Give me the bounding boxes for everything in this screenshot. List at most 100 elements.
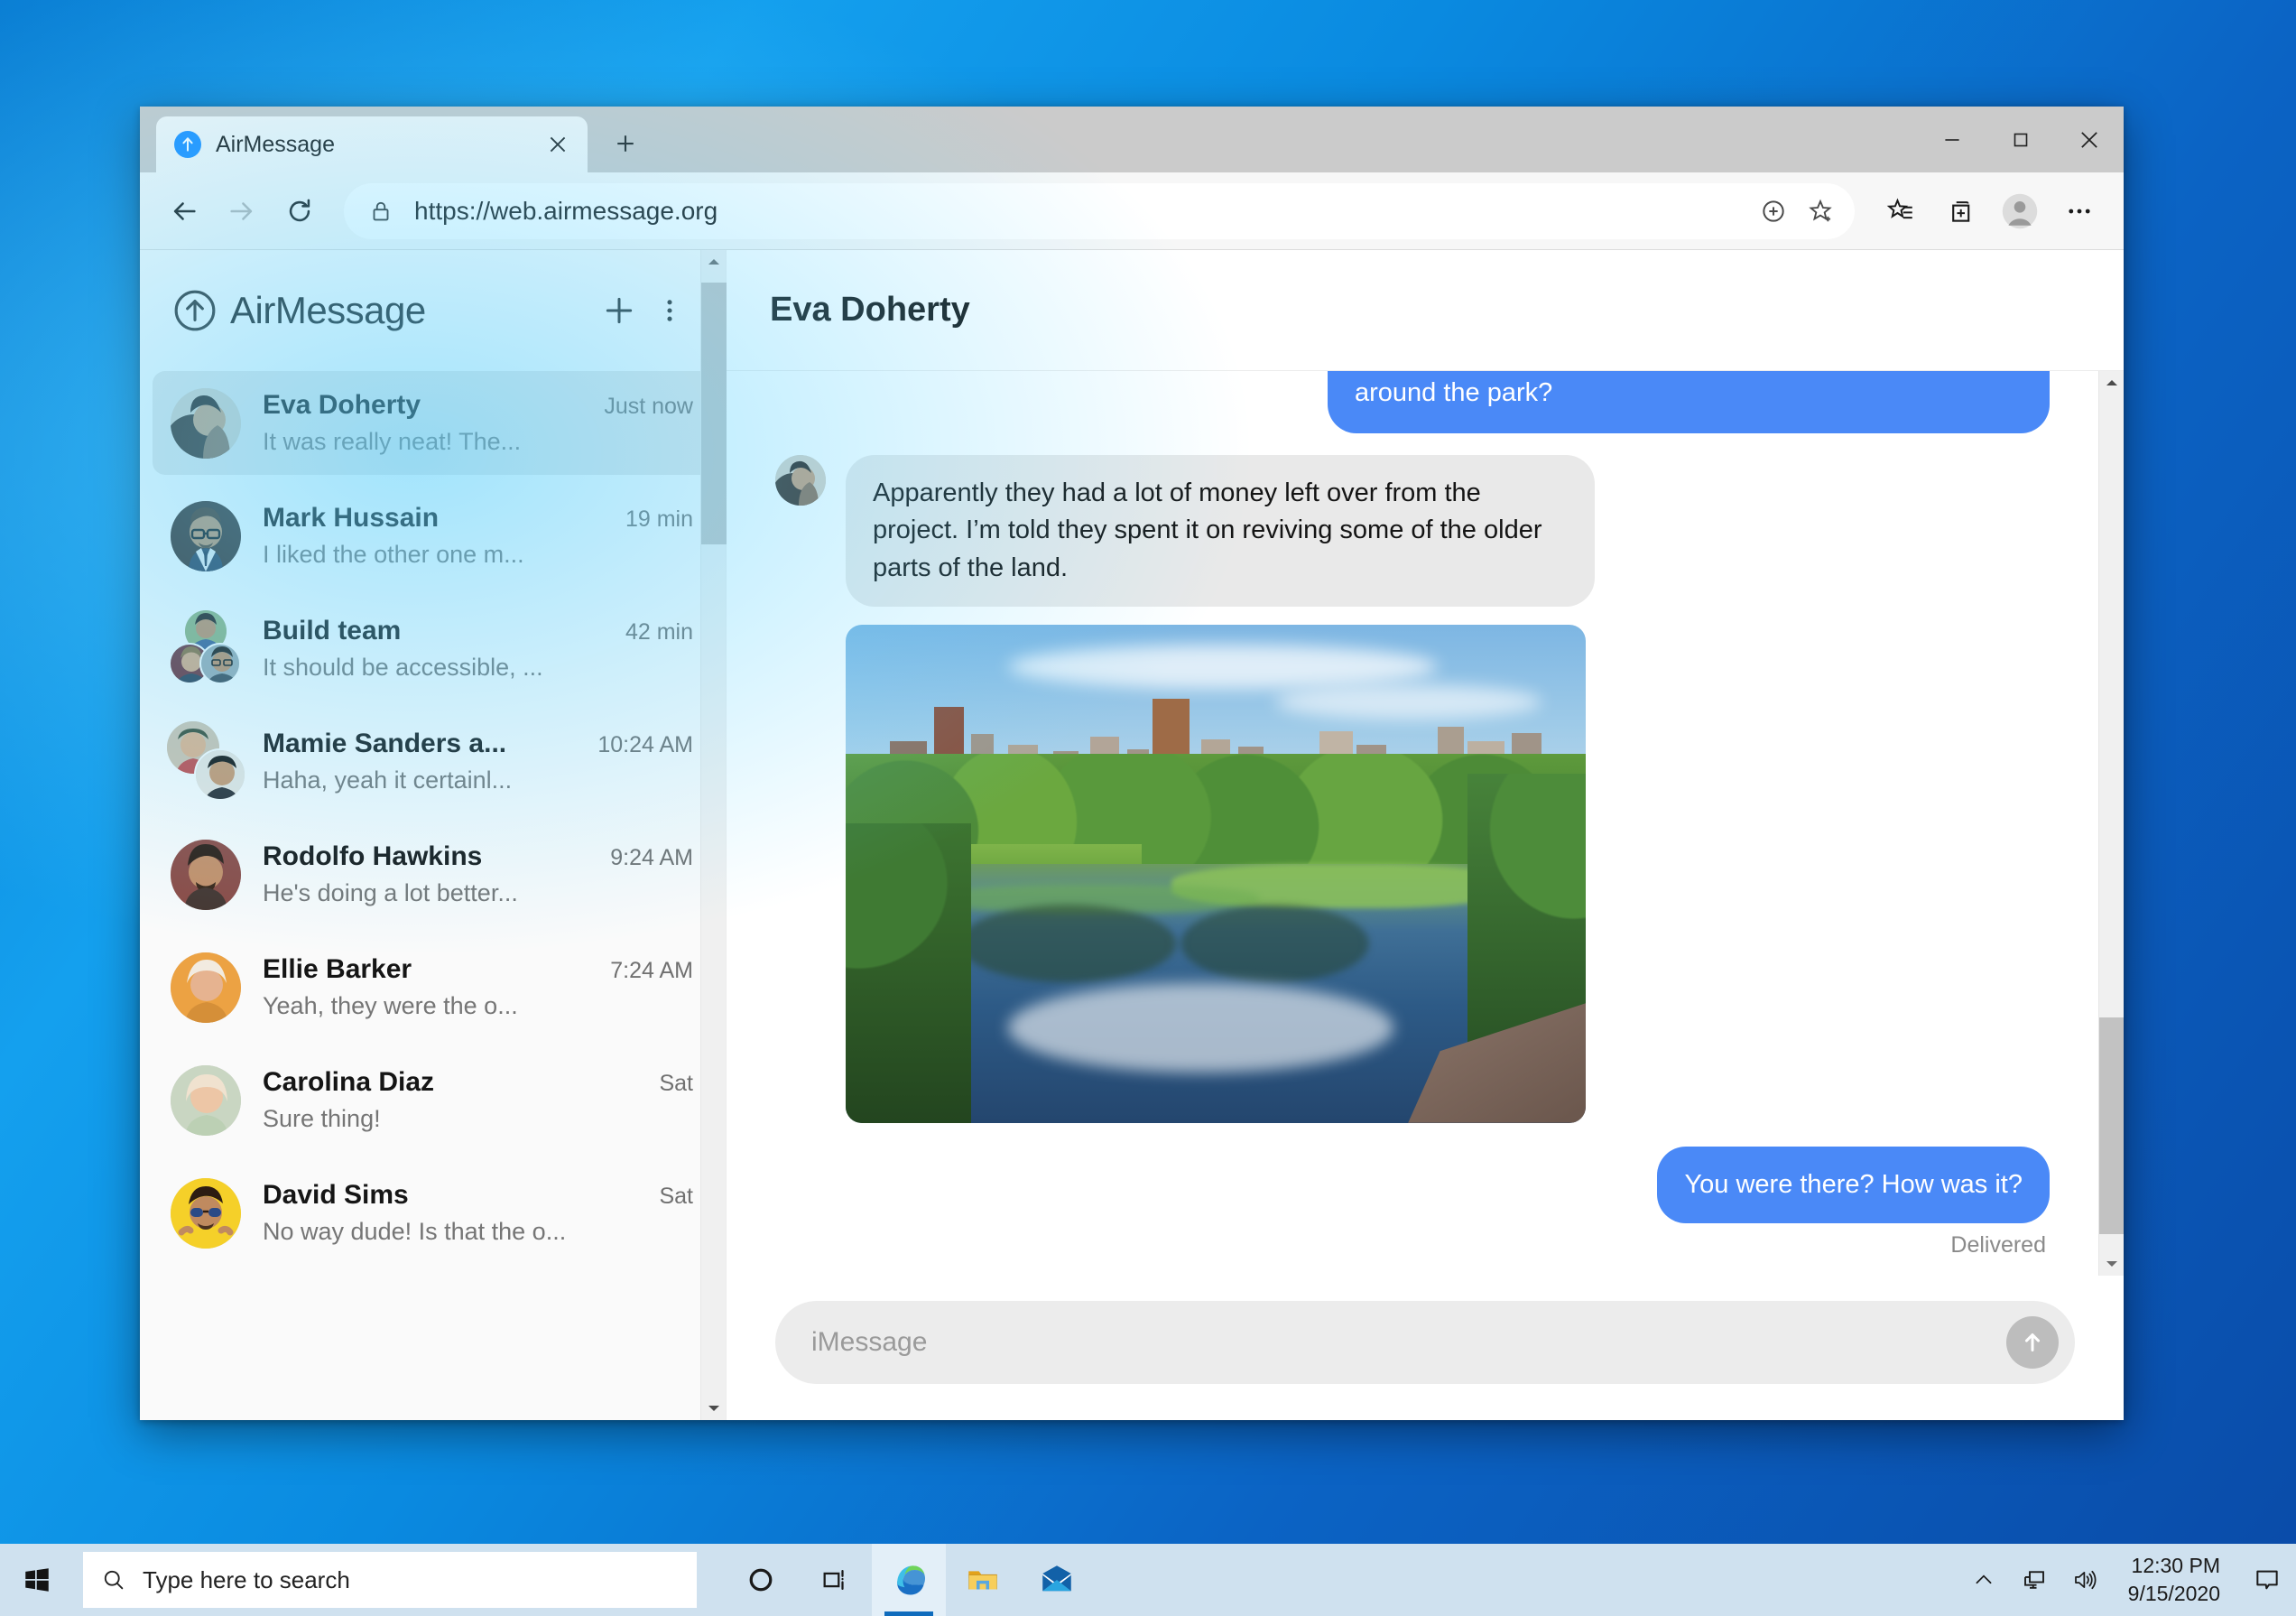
thread-scroll-thumb[interactable] (2099, 1017, 2124, 1234)
conversation-preview: Yeah, they were the o... (263, 992, 518, 1019)
sidebar-scrollbar[interactable] (700, 250, 727, 1420)
conversation-item-build-team[interactable]: Build team 42 min It should be accessible,… (153, 597, 713, 701)
message-bubble-outgoing[interactable]: You were there? How was it? (1657, 1146, 2050, 1223)
system-tray: 12:30 PM 9/15/2020 (1958, 1544, 2296, 1616)
task-view-icon[interactable] (798, 1544, 872, 1616)
mail-icon[interactable] (1020, 1544, 1094, 1616)
conversation-name: Mark Hussain (263, 503, 440, 533)
airmessage-app: AirMessage Eva Doherty Just now It was rea… (140, 250, 2124, 1420)
scroll-down-arrow-icon[interactable] (701, 1397, 727, 1420)
cortana-icon[interactable] (724, 1544, 798, 1616)
message-row: around the park? (775, 371, 2050, 434)
address-bar-url: https://web.airmessage.org (414, 196, 718, 225)
message-composer: iMessage (727, 1276, 2124, 1420)
airmessage-favicon-icon (174, 131, 201, 158)
search-icon (101, 1567, 126, 1593)
browser-titlebar: AirMessage (140, 107, 2124, 172)
conversation-item-mamie-sanders-a[interactable]: Mamie Sanders a... 10:24 AM Haha, yeah it … (153, 710, 713, 813)
site-lock-icon (367, 198, 394, 225)
action-center-icon[interactable] (2238, 1544, 2296, 1616)
microsoft-edge-icon[interactable] (872, 1544, 946, 1616)
scroll-up-arrow-icon[interactable] (2099, 371, 2124, 395)
network-icon[interactable] (2009, 1544, 2060, 1616)
conversation-item-david-sims[interactable]: David Sims Sat No way dude! Is that the o.… (153, 1161, 713, 1265)
favorite-star-icon[interactable] (1797, 188, 1844, 235)
sidebar-scroll-thumb[interactable] (701, 283, 727, 544)
show-hidden-icons-chevron-icon[interactable] (1958, 1544, 2009, 1616)
conversation-item-carolina-diaz[interactable]: Carolina Diaz Sat Sure thing! (153, 1048, 713, 1152)
message-bubble-incoming[interactable]: Apparently they had a lot of money left … (846, 455, 1595, 607)
conversation-timestamp: Sat (659, 1184, 693, 1209)
clock-time: 12:30 PM (2131, 1553, 2220, 1577)
sidebar-header: AirMessage (140, 250, 726, 371)
desktop: AirMessage https://web.airmessage.org Ai… (0, 0, 2296, 1616)
new-conversation-icon[interactable] (594, 285, 644, 336)
windows-taskbar: Type here to search 12:30 PM 9/15/2020 (0, 1544, 2296, 1616)
conversation-list[interactable]: Eva Doherty Just now It was really neat! T… (140, 371, 726, 1420)
browser-tab-title: AirMessage (216, 131, 335, 157)
new-tab-button[interactable] (600, 118, 651, 169)
conversation-item-ellie-barker[interactable]: Ellie Barker 7:24 AM Yeah, they were the o… (153, 935, 713, 1039)
thread-title: Eva Doherty (770, 291, 970, 329)
conversation-preview: He's doing a lot better... (263, 879, 518, 906)
avatar (171, 952, 241, 1023)
taskbar-clock[interactable]: 12:30 PM 9/15/2020 (2110, 1552, 2238, 1608)
send-button-icon[interactable] (2006, 1316, 2059, 1369)
conversation-preview: Haha, yeah it certainl... (263, 766, 513, 794)
reload-button-icon[interactable] (273, 185, 326, 237)
conversation-preview: It should be accessible, ... (263, 654, 543, 681)
browser-tab[interactable]: AirMessage (156, 116, 588, 172)
message-input-placeholder: iMessage (811, 1327, 928, 1357)
message-row: You were there? How was it? (775, 1146, 2050, 1223)
message-thread-pane: Eva Doherty around the park? Apparently … (727, 250, 2124, 1420)
profile-avatar-icon[interactable] (1994, 185, 2046, 237)
window-minimize-button[interactable] (1918, 107, 1986, 172)
file-explorer-icon[interactable] (946, 1544, 1020, 1616)
window-close-button[interactable] (2055, 107, 2124, 172)
start-button-icon[interactable] (0, 1544, 74, 1616)
delivery-receipt: Delivered (1950, 1231, 2046, 1258)
conversation-name: Eva Doherty (263, 390, 421, 420)
conversation-timestamp: 10:24 AM (597, 732, 693, 757)
message-bubble-outgoing[interactable]: around the park? (1328, 371, 2050, 434)
avatar (171, 500, 241, 571)
sidebar-more-options-icon[interactable] (644, 285, 695, 336)
taskbar-search-box[interactable]: Type here to search (83, 1552, 697, 1608)
browser-settings-more-icon[interactable] (2053, 185, 2106, 237)
conversation-item-mark-hussain[interactable]: Mark Hussain 19 min I liked the other one … (153, 484, 713, 588)
window-controls (1918, 107, 2124, 172)
avatar (171, 1177, 241, 1249)
message-input-box[interactable]: iMessage (775, 1301, 2075, 1384)
message-list: around the park? Apparently they had a l… (727, 371, 2098, 1276)
collections-icon[interactable] (1934, 185, 1986, 237)
park-photo-image (846, 624, 1586, 1123)
app-brand-title: AirMessage (230, 289, 426, 331)
thread-header: Eva Doherty (727, 250, 2124, 371)
scroll-up-arrow-icon[interactable] (701, 250, 727, 274)
thread-scrollbar[interactable] (2098, 371, 2124, 1276)
address-bar[interactable]: https://web.airmessage.org (344, 182, 1855, 239)
conversation-timestamp: Sat (659, 1071, 693, 1096)
conversation-name: Ellie Barker (263, 954, 412, 984)
avatar (171, 1064, 241, 1136)
group-avatar (169, 609, 241, 684)
conversation-name: David Sims (263, 1180, 409, 1210)
scroll-down-arrow-icon[interactable] (2099, 1252, 2124, 1276)
conversation-preview: No way dude! Is that the o... (263, 1218, 567, 1245)
add-to-collection-icon[interactable] (1750, 188, 1797, 235)
conversation-timestamp: 42 min (625, 619, 693, 645)
taskbar-search-placeholder: Type here to search (143, 1565, 350, 1593)
tab-close-icon[interactable] (541, 127, 575, 162)
conversation-timestamp: 19 min (625, 506, 693, 532)
conversation-item-rodolfo-hawkins[interactable]: Rodolfo Hawkins 9:24 AM He's doing a lot b… (153, 822, 713, 926)
message-attachment-photo[interactable] (846, 624, 1586, 1123)
conversation-name: Mamie Sanders a... (263, 729, 507, 758)
volume-icon[interactable] (2060, 1544, 2110, 1616)
taskbar-app-icons (724, 1544, 1094, 1616)
browser-window: AirMessage https://web.airmessage.org Ai… (140, 107, 2124, 1420)
window-maximize-button[interactable] (1986, 107, 2055, 172)
conversation-item-eva-doherty[interactable]: Eva Doherty Just now It was really neat! T… (153, 371, 713, 475)
conversation-name: Carolina Diaz (263, 1067, 435, 1097)
back-button-icon[interactable] (158, 185, 210, 237)
favorites-list-icon[interactable] (1875, 185, 1927, 237)
